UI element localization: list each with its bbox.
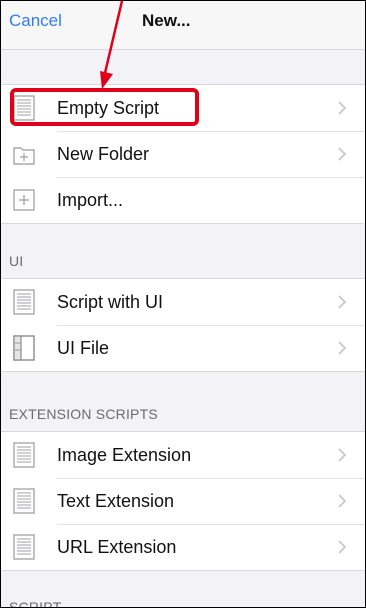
folder-plus-icon	[13, 147, 35, 165]
ui-group: Script with UI UI File	[1, 278, 365, 372]
cancel-button[interactable]: Cancel	[9, 11, 62, 31]
list-item-ui-file[interactable]: UI File	[1, 325, 365, 371]
annotation-arrow-icon	[100, 1, 124, 89]
list-item-label: Image Extension	[57, 445, 192, 465]
chevron-right-icon	[338, 295, 347, 309]
chevron-right-icon	[338, 494, 347, 508]
list-item-label: Import...	[57, 190, 124, 210]
list-item-image-extension[interactable]: Image Extension	[1, 432, 365, 478]
document-lines-icon	[13, 442, 35, 468]
chevron-right-icon	[338, 540, 347, 554]
chevron-right-icon	[338, 101, 347, 115]
new-item-sheet: Cancel New... Empty Script New Folder Im…	[0, 0, 366, 608]
ui-layout-icon	[13, 335, 35, 361]
document-lines-icon	[13, 534, 35, 560]
list-item-label: Text Extension	[57, 491, 175, 511]
chevron-right-icon	[338, 448, 347, 462]
list-item-text-extension[interactable]: Text Extension	[1, 478, 365, 524]
extension-group: Image Extension Text Extension URL Exten…	[1, 431, 365, 571]
document-lines-icon	[13, 488, 35, 514]
section-header-ui: UI	[9, 253, 24, 269]
sheet-title: New...	[142, 11, 191, 30]
list-item-import[interactable]: Import...	[1, 177, 365, 223]
chevron-right-icon	[338, 147, 347, 161]
chevron-right-icon	[338, 341, 347, 355]
list-item-label: UI File	[57, 338, 110, 358]
list-item-script-with-ui[interactable]: Script with UI	[1, 279, 365, 325]
plus-square-icon	[13, 189, 35, 211]
list-item-label: New Folder	[57, 144, 150, 164]
list-item-label: Script with UI	[57, 292, 164, 312]
annotation-highlight-box	[10, 88, 199, 126]
navigation-bar: Cancel New...	[1, 1, 365, 50]
section-header-cutoff: SCRIPT	[9, 599, 62, 608]
list-item-url-extension[interactable]: URL Extension	[1, 524, 365, 570]
list-item-label: URL Extension	[57, 537, 177, 557]
section-header-extension-scripts: EXTENSION SCRIPTS	[9, 406, 158, 422]
list-item-new-folder[interactable]: New Folder	[1, 131, 365, 177]
document-lines-icon	[13, 289, 35, 315]
